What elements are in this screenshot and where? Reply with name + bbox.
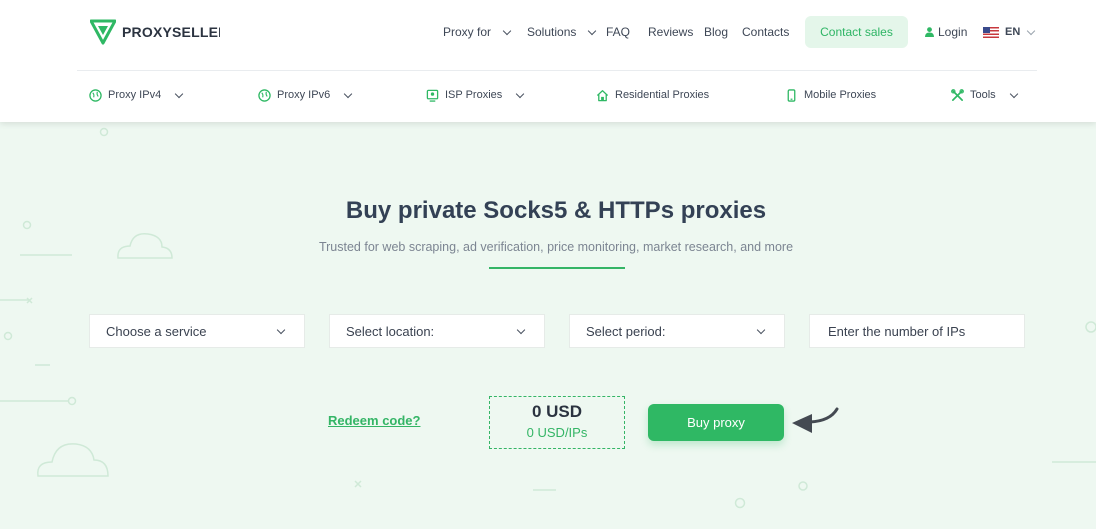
tools-icon bbox=[951, 88, 964, 101]
nav-blog-label: Blog bbox=[704, 25, 729, 39]
subnav-isp-proxies[interactable]: ISP Proxies bbox=[426, 80, 525, 110]
user-icon bbox=[925, 27, 934, 37]
globe-icon bbox=[258, 88, 271, 102]
language-selector[interactable]: EN bbox=[983, 16, 1036, 48]
isp-icon bbox=[426, 89, 439, 102]
subnav-proxy-ipv4[interactable]: Proxy IPv4 bbox=[89, 80, 184, 110]
subnav-residential-proxies[interactable]: Residential Proxies bbox=[596, 80, 709, 110]
subnav-label: Proxy IPv6 bbox=[277, 89, 331, 101]
subnav-label: Tools bbox=[970, 89, 996, 101]
logo-icon bbox=[90, 19, 116, 45]
nav-proxy-for[interactable]: Proxy for bbox=[443, 25, 512, 39]
brand-name: PROXYSELLER bbox=[122, 24, 220, 40]
nav-contacts[interactable]: Contacts bbox=[742, 25, 789, 39]
subnav-label: ISP Proxies bbox=[445, 89, 503, 101]
chevron-down-icon bbox=[1009, 89, 1018, 98]
nav-faq[interactable]: FAQ bbox=[606, 25, 630, 39]
nav-solutions[interactable]: Solutions bbox=[527, 25, 597, 39]
buy-proxy-button[interactable]: Buy proxy bbox=[648, 404, 784, 441]
chevron-down-icon bbox=[516, 89, 525, 98]
price-per-ip: 0 USD/IPs bbox=[526, 425, 588, 440]
nav-reviews[interactable]: Reviews bbox=[648, 25, 693, 39]
ip-count-input[interactable] bbox=[826, 322, 1008, 340]
chevron-down-icon bbox=[174, 89, 184, 98]
globe-icon bbox=[89, 88, 102, 102]
nav-contacts-label: Contacts bbox=[742, 25, 790, 39]
service-select[interactable]: Choose a service bbox=[89, 314, 305, 348]
chevron-down-icon bbox=[516, 325, 526, 334]
nav-blog[interactable]: Blog bbox=[704, 25, 728, 39]
subnav-tools[interactable]: Tools bbox=[951, 80, 1018, 110]
nav-reviews-label: Reviews bbox=[648, 25, 694, 39]
product-navigation: Proxy IPv4 Proxy IPv6 ISP Proxies Reside… bbox=[0, 80, 1096, 110]
chevron-down-icon bbox=[1027, 26, 1036, 35]
service-select-value: Choose a service bbox=[106, 323, 207, 339]
nav-faq-label: FAQ bbox=[606, 25, 631, 39]
redeem-code-link[interactable]: Redeem code? bbox=[328, 413, 420, 428]
period-select-value: Select period: bbox=[586, 323, 666, 339]
hero-title: Buy private Socks5 & HTTPs proxies bbox=[345, 197, 767, 224]
brand-logo[interactable]: PROXYSELLER bbox=[90, 18, 220, 46]
subnav-label: Mobile Proxies bbox=[804, 89, 877, 101]
hero-subtitle: Trusted for web scraping, ad verificatio… bbox=[318, 240, 794, 254]
chevron-down-icon bbox=[502, 26, 512, 35]
subnav-label: Residential Proxies bbox=[615, 89, 710, 101]
price-summary: 0 USD 0 USD/IPs bbox=[489, 396, 625, 449]
period-select[interactable]: Select period: bbox=[569, 314, 785, 348]
contact-sales-button[interactable]: Contact sales bbox=[805, 16, 908, 48]
nav-proxy-for-label: Proxy for bbox=[443, 25, 492, 39]
header-divider bbox=[77, 70, 1037, 71]
chevron-down-icon bbox=[276, 325, 286, 334]
nav-solutions-label: Solutions bbox=[527, 25, 577, 39]
title-underline bbox=[489, 267, 625, 269]
subnav-label: Proxy IPv4 bbox=[108, 89, 162, 101]
location-select-value: Select location: bbox=[346, 323, 435, 339]
us-flag-icon bbox=[983, 26, 999, 38]
chevron-down-icon bbox=[756, 325, 766, 334]
pointer-arrow-icon bbox=[792, 407, 839, 433]
site-header: PROXYSELLER Proxy for Solutions FAQ Revi… bbox=[0, 0, 1096, 122]
mobile-icon bbox=[787, 88, 796, 102]
chevron-down-icon bbox=[343, 89, 353, 98]
subnav-mobile-proxies[interactable]: Mobile Proxies bbox=[785, 80, 876, 110]
language-label: EN bbox=[1005, 26, 1021, 38]
chevron-down-icon bbox=[588, 26, 597, 35]
home-icon bbox=[596, 89, 609, 101]
subnav-proxy-ipv6[interactable]: Proxy IPv6 bbox=[258, 80, 353, 110]
location-select[interactable]: Select location: bbox=[329, 314, 545, 348]
total-price: 0 USD bbox=[531, 402, 583, 421]
login-label: Login bbox=[938, 25, 968, 39]
ip-count-field[interactable] bbox=[809, 314, 1025, 348]
login-link[interactable]: Login bbox=[925, 16, 967, 48]
